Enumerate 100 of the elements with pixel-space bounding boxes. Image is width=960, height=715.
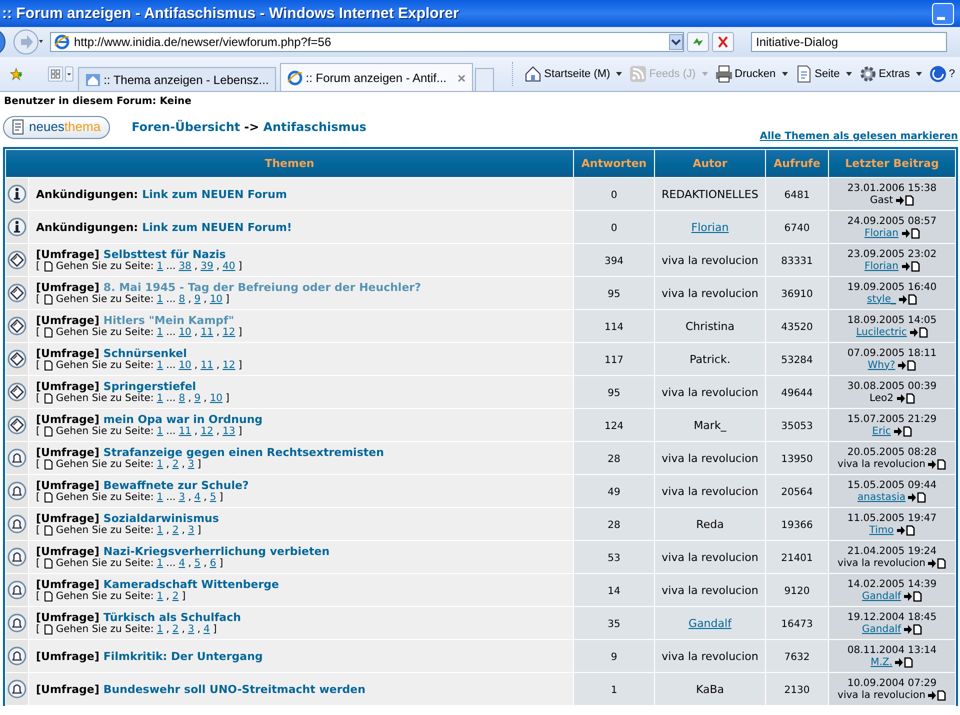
page-link[interactable]: 5 bbox=[194, 558, 201, 570]
page-link[interactable]: 12 bbox=[222, 326, 236, 338]
arrow-page-icon[interactable] bbox=[910, 327, 928, 338]
last-poster-link[interactable]: Timo bbox=[869, 524, 894, 536]
page-link[interactable]: 40 bbox=[222, 260, 236, 272]
page-link[interactable]: 1 bbox=[156, 360, 164, 372]
page-link[interactable]: 11 bbox=[178, 426, 192, 438]
page-link[interactable]: 39 bbox=[200, 260, 214, 272]
page-link[interactable]: 8 bbox=[178, 294, 186, 306]
page-link[interactable]: 1 bbox=[156, 426, 164, 438]
page-link[interactable]: 10 bbox=[178, 326, 192, 338]
arrow-page-icon[interactable] bbox=[902, 261, 920, 272]
topic-link[interactable]: Link zum NEUEN Forum! bbox=[142, 220, 292, 234]
page-link[interactable]: 2 bbox=[172, 590, 179, 602]
last-poster-link[interactable]: Lucilectric bbox=[856, 326, 907, 338]
topic-link[interactable]: Springerstiefel bbox=[103, 380, 196, 392]
page-link[interactable]: 1 bbox=[156, 492, 164, 504]
arrow-page-icon[interactable] bbox=[904, 624, 922, 635]
page-link[interactable]: 3 bbox=[188, 524, 194, 536]
page-link[interactable]: 1 bbox=[156, 392, 164, 404]
page-link[interactable]: 10 bbox=[178, 360, 192, 372]
author-link[interactable]: Gandalf bbox=[688, 616, 732, 630]
topic-link[interactable]: Bewaffnete zur Schule? bbox=[103, 478, 249, 492]
page-link[interactable]: 10 bbox=[210, 392, 223, 404]
page-link[interactable]: 2 bbox=[172, 624, 179, 636]
arrow-page-icon[interactable] bbox=[898, 294, 917, 305]
page-link[interactable]: 1 bbox=[156, 590, 164, 602]
author-link[interactable]: Florian bbox=[691, 220, 729, 234]
page-link[interactable]: 5 bbox=[210, 492, 216, 504]
browser-tab[interactable]: :: Thema anzeigen - Lebensz... bbox=[78, 67, 276, 91]
last-poster-link[interactable]: Florian bbox=[864, 228, 898, 240]
browser-tab[interactable]: :: Forum anzeigen - Antif... × bbox=[280, 63, 473, 91]
last-poster-link[interactable]: anastasia bbox=[858, 492, 906, 504]
page-link[interactable]: 12 bbox=[200, 426, 214, 438]
topic-link[interactable]: Filmkritik: Der Untergang bbox=[103, 650, 263, 662]
last-poster-link[interactable]: M.Z. bbox=[870, 656, 892, 668]
arrow-page-icon[interactable] bbox=[928, 690, 946, 701]
arrow-page-icon[interactable] bbox=[894, 426, 912, 437]
page-link[interactable]: 10 bbox=[210, 294, 223, 306]
toolbar-button[interactable]: ? bbox=[926, 65, 960, 83]
page-link[interactable]: 3 bbox=[188, 458, 194, 470]
mark-read-link[interactable]: Alle Themen als gelesen markieren bbox=[760, 131, 958, 142]
arrow-page-icon[interactable] bbox=[895, 657, 914, 668]
topic-link[interactable]: mein Opa war in Ordnung bbox=[103, 412, 263, 426]
toolbar-button[interactable]: Drucken bbox=[712, 65, 791, 83]
topic-link[interactable]: Türkisch als Schulfach bbox=[103, 610, 241, 624]
arrow-page-icon[interactable] bbox=[896, 525, 915, 536]
arrow-page-icon[interactable] bbox=[928, 558, 946, 569]
topic-link[interactable]: Schnürsenkel bbox=[103, 346, 187, 360]
page-link[interactable]: 2 bbox=[172, 524, 179, 536]
page-link[interactable]: 1 bbox=[156, 326, 164, 338]
page-link[interactable]: 1 bbox=[156, 624, 164, 636]
last-poster-link[interactable]: Eric bbox=[872, 426, 891, 438]
page-link[interactable]: 1 bbox=[156, 558, 164, 570]
stop-button[interactable] bbox=[712, 32, 734, 52]
page-link[interactable]: 6 bbox=[210, 558, 216, 570]
last-poster-link[interactable]: Florian bbox=[864, 260, 898, 272]
topic-link[interactable]: Strafanzeige gegen einen Rechtsextremisten bbox=[103, 446, 384, 458]
last-poster-link[interactable]: Why? bbox=[868, 360, 896, 372]
topic-link[interactable]: Hitlers "Mein Kampf" bbox=[103, 314, 234, 326]
topic-link[interactable]: Sozialdarwinismus bbox=[103, 512, 219, 524]
page-link[interactable]: 9 bbox=[194, 294, 201, 306]
topic-link[interactable]: Nazi-Kriegsverherrlichung verbieten bbox=[103, 544, 330, 558]
page-link[interactable]: 11 bbox=[200, 326, 214, 338]
topic-link[interactable]: Link zum NEUEN Forum bbox=[142, 188, 287, 200]
topic-link[interactable]: Bundeswehr soll UNO-Streitmacht werden bbox=[103, 682, 366, 696]
search-field[interactable]: Initiative-Dialog bbox=[751, 32, 947, 52]
add-favorite-icon[interactable] bbox=[10, 65, 22, 83]
topic-link[interactable]: Selbsttest für Nazis bbox=[103, 248, 226, 260]
last-poster-link[interactable]: Gandalf bbox=[862, 590, 901, 602]
refresh-button[interactable] bbox=[687, 32, 709, 52]
page-link[interactable]: 4 bbox=[178, 558, 186, 570]
page-link[interactable]: 38 bbox=[178, 260, 192, 272]
page-link[interactable]: 2 bbox=[172, 458, 179, 470]
page-link[interactable]: 1 bbox=[156, 524, 164, 536]
topic-link[interactable]: 8. Mai 1945 - Tag der Befreiung oder der Heuchler? bbox=[103, 280, 421, 294]
arrow-page-icon[interactable] bbox=[896, 195, 914, 206]
page-link[interactable]: 1 bbox=[156, 458, 164, 470]
address-field[interactable]: http://www.inidia.de/newser/viewforum.php?f=56 bbox=[50, 32, 684, 52]
arrow-page-icon[interactable] bbox=[902, 228, 920, 239]
arrow-page-icon[interactable] bbox=[898, 360, 916, 371]
topic-link[interactable]: Kameradschaft Wittenberge bbox=[103, 578, 280, 590]
toolbar-button[interactable]: Seite bbox=[792, 65, 855, 83]
page-link[interactable]: 1 bbox=[156, 294, 164, 306]
arrow-page-icon[interactable] bbox=[928, 459, 946, 470]
page-link[interactable]: 3 bbox=[178, 492, 186, 504]
page-link[interactable]: 4 bbox=[203, 624, 210, 636]
page-link[interactable]: 11 bbox=[200, 360, 214, 372]
page-link[interactable]: 1 bbox=[156, 260, 164, 272]
page-link[interactable]: 4 bbox=[194, 492, 201, 504]
page-link[interactable]: 3 bbox=[188, 624, 194, 636]
minimize-button[interactable] bbox=[932, 2, 954, 24]
breadcrumb-link[interactable]: Antifaschismus bbox=[263, 120, 366, 134]
tab-close-button[interactable]: × bbox=[458, 70, 466, 86]
toolbar-button[interactable]: Startseite (M) bbox=[522, 65, 626, 83]
page-link[interactable]: 9 bbox=[194, 392, 201, 404]
last-poster-link[interactable]: Gandalf bbox=[862, 624, 901, 636]
page-link[interactable]: 12 bbox=[222, 360, 236, 372]
new-topic-button[interactable]: neuesthema bbox=[3, 116, 110, 138]
arrow-page-icon[interactable] bbox=[896, 393, 915, 404]
